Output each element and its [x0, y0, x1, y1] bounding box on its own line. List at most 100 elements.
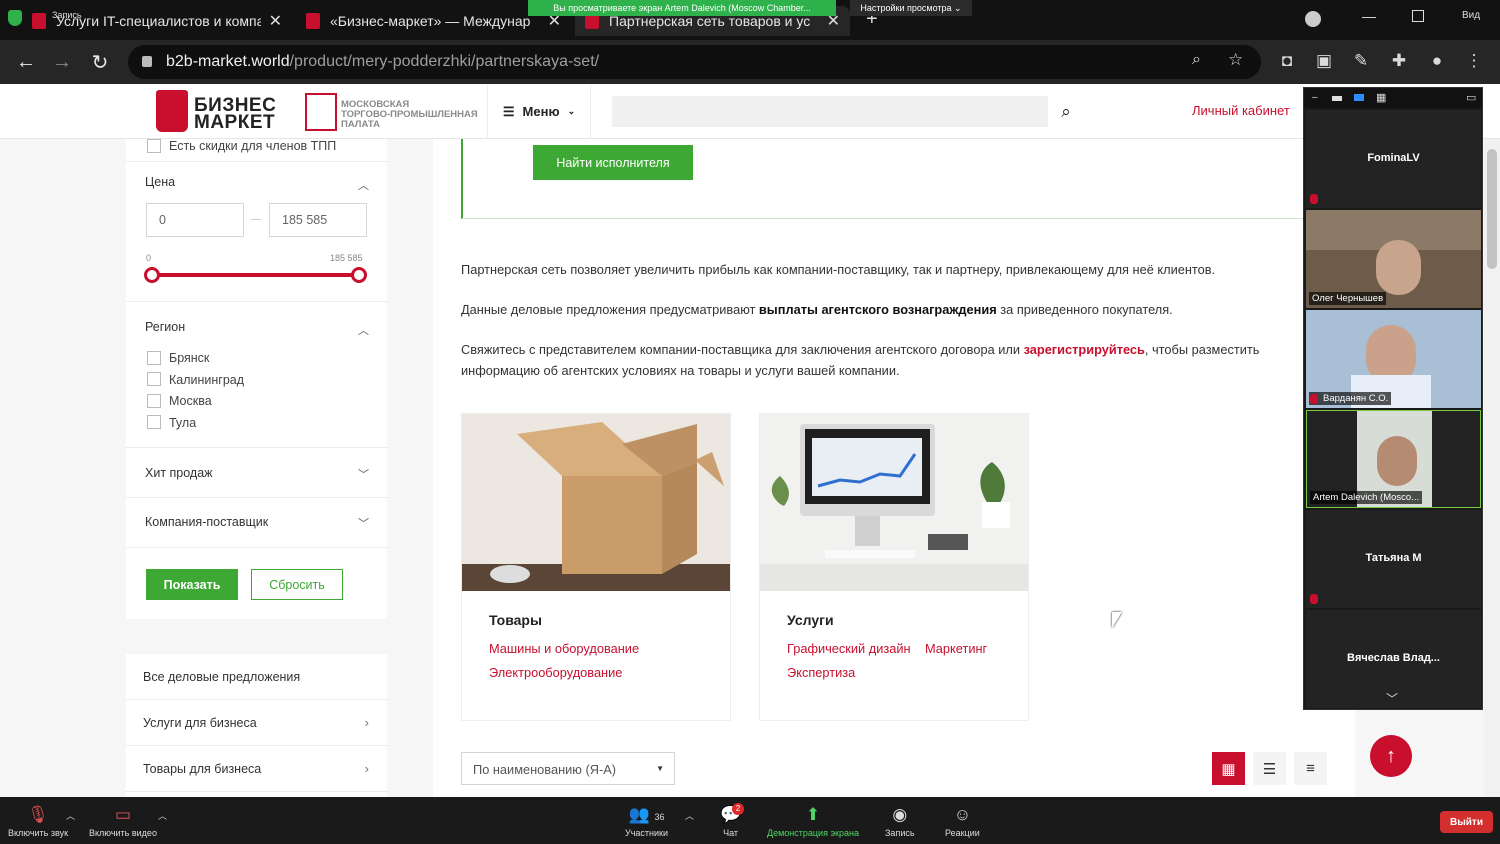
- participant-video: [1377, 436, 1417, 486]
- category-card-services[interactable]: Услуги Графический дизайн Маркетинг Эксп…: [759, 413, 1029, 721]
- chevron-up-icon[interactable]: ︿: [358, 322, 369, 338]
- camera-icon[interactable]: ▣: [1311, 48, 1337, 74]
- participant-tile[interactable]: Варданян С.О.: [1306, 310, 1481, 408]
- participants-button[interactable]: 👥 36 Участники: [625, 805, 668, 838]
- back-icon[interactable]: ←: [12, 48, 40, 76]
- price-slider-max-handle[interactable]: [351, 267, 367, 283]
- bookmark-star-icon[interactable]: ☆: [1228, 50, 1243, 70]
- region-option[interactable]: Брянск: [169, 351, 209, 365]
- chevron-up-icon[interactable]: ︿: [358, 177, 369, 193]
- tpp-emblem-icon[interactable]: [305, 93, 337, 131]
- card-link[interactable]: Графический дизайн: [787, 641, 911, 656]
- card-title[interactable]: Товары: [489, 612, 542, 628]
- search-icon[interactable]: ⌕: [1048, 96, 1084, 127]
- region-option[interactable]: Калининград: [169, 373, 244, 387]
- scrollbar-thumb[interactable]: [1487, 149, 1497, 269]
- card-title[interactable]: Услуги: [787, 612, 834, 628]
- participant-name: Татьяна М: [1365, 552, 1422, 564]
- register-link[interactable]: зарегистрируйтесь: [1024, 342, 1145, 357]
- price-min-input[interactable]: 0: [146, 203, 244, 237]
- more-icon[interactable]: ⋮: [1461, 48, 1487, 74]
- record-button[interactable]: ◉ Запись: [885, 805, 915, 838]
- menu-button[interactable]: ☰ Меню ⌄: [487, 84, 591, 139]
- bestseller-filter-title[interactable]: Хит продаж: [145, 466, 213, 480]
- list-view-button[interactable]: ☰: [1253, 752, 1286, 785]
- view-settings-button[interactable]: Настройки просмотра ⌄: [850, 0, 972, 16]
- reactions-button[interactable]: ☺ Реакции: [945, 805, 980, 838]
- card-link[interactable]: Машины и оборудование: [489, 641, 639, 656]
- restore-icon[interactable]: [1412, 10, 1424, 22]
- price-slider-min-handle[interactable]: [144, 267, 160, 283]
- close-icon[interactable]: ✕: [269, 11, 282, 31]
- card-link[interactable]: Экспертиза: [787, 665, 855, 680]
- gallery-view-icon[interactable]: ▦: [1376, 91, 1386, 104]
- speaker-view-icon[interactable]: [1354, 94, 1364, 101]
- profile-icon[interactable]: ●: [1424, 48, 1450, 74]
- minimize-icon[interactable]: —: [1362, 8, 1376, 24]
- chevron-down-icon[interactable]: ﹀: [358, 466, 369, 482]
- muted-mic-icon: 🎙: [27, 805, 49, 824]
- logo-bag-icon[interactable]: [156, 90, 188, 132]
- sort-select[interactable]: По наименованию (Я-А) ▼: [461, 752, 675, 785]
- view-label[interactable]: Вид: [1462, 10, 1480, 21]
- participant-tile-active-speaker[interactable]: Artem Dalevich (Mosco...: [1306, 410, 1481, 508]
- search-input[interactable]: [612, 96, 1048, 127]
- url-field[interactable]: b2b-market.world/product/mery-podderzhki…: [128, 45, 1261, 79]
- pen-icon[interactable]: ✎: [1348, 48, 1374, 74]
- region-filter-title[interactable]: Регион: [145, 320, 185, 334]
- card-link[interactable]: Маркетинг: [925, 641, 987, 656]
- show-button[interactable]: Показать: [146, 569, 238, 600]
- chevron-up-icon[interactable]: ︿: [685, 809, 694, 822]
- find-contractor-button[interactable]: Найти исполнителя: [533, 145, 693, 180]
- leave-button[interactable]: Выйти: [1440, 811, 1493, 833]
- card-link[interactable]: Электрооборудование: [489, 665, 622, 680]
- tab-it-services[interactable]: Услуги IT-специалистов и компа ✕: [22, 6, 292, 36]
- site-logo[interactable]: БИЗНЕС МАРКЕТ: [194, 96, 276, 132]
- fullscreen-icon[interactable]: ▭: [1466, 91, 1476, 104]
- thumbnail-view-icon[interactable]: [1332, 96, 1342, 101]
- participant-name: Олег Чернышев: [1309, 292, 1387, 305]
- site-header: БИЗНЕС МАРКЕТ МОСКОВСКАЯ ТОРГОВО-ПРОМЫШЛ…: [0, 84, 1500, 139]
- price-filter-title[interactable]: Цена: [145, 175, 175, 189]
- supplier-filter-title[interactable]: Компания-поставщик: [145, 515, 268, 529]
- participant-tile[interactable]: FominaLV: [1306, 110, 1481, 208]
- start-video-button[interactable]: ▭ Включить видео: [89, 805, 157, 838]
- unmute-button[interactable]: 🎙 Включить звук: [8, 805, 68, 838]
- chevron-up-icon[interactable]: ︿: [158, 809, 167, 822]
- region-checkbox[interactable]: [147, 351, 161, 365]
- participant-tile[interactable]: Олег Чернышев: [1306, 210, 1481, 308]
- pocket-icon[interactable]: ◘: [1274, 48, 1300, 74]
- discount-checkbox[interactable]: [147, 139, 161, 153]
- tab-search-icon[interactable]: [1305, 11, 1321, 27]
- zoom-magnifier-icon[interactable]: ⌕: [1192, 51, 1201, 69]
- region-checkbox[interactable]: [147, 394, 161, 408]
- personal-account-link[interactable]: Личный кабинет: [1192, 103, 1290, 118]
- reload-icon[interactable]: ↻: [86, 48, 114, 76]
- tpp-logo[interactable]: МОСКОВСКАЯ ТОРГОВО-ПРОМЫШЛЕННАЯ ПАЛАТА: [341, 100, 478, 130]
- chevron-up-icon[interactable]: ︿: [66, 809, 75, 822]
- share-screen-button[interactable]: ⬆ Демонстрация экрана: [767, 805, 859, 838]
- chevron-down-icon[interactable]: ﹀: [358, 515, 369, 531]
- muted-mic-icon: [1310, 594, 1318, 604]
- nav-all-offers[interactable]: Все деловые предложения: [126, 654, 387, 700]
- nav-business-goods[interactable]: Товары для бизнеса ›: [126, 746, 387, 792]
- grid-view-button[interactable]: ▦: [1212, 752, 1245, 785]
- reset-button[interactable]: Сбросить: [251, 569, 343, 600]
- minimize-icon[interactable]: –: [1312, 92, 1318, 103]
- web-page: БИЗНЕС МАРКЕТ МОСКОВСКАЯ ТОРГОВО-ПРОМЫШЛ…: [0, 84, 1500, 797]
- participant-tile[interactable]: Татьяна М: [1306, 510, 1481, 608]
- nav-business-services[interactable]: Услуги для бизнеса ›: [126, 700, 387, 746]
- price-max-input[interactable]: 185 585: [269, 203, 367, 237]
- region-option[interactable]: Москва: [169, 394, 212, 408]
- extensions-icon[interactable]: ✚: [1386, 48, 1412, 74]
- page-scrollbar[interactable]: [1484, 139, 1500, 797]
- forward-icon[interactable]: →: [48, 48, 76, 76]
- chevron-down-icon[interactable]: ﹀: [1386, 690, 1398, 707]
- region-option[interactable]: Тула: [169, 416, 196, 430]
- scroll-to-top-button[interactable]: ↑: [1370, 735, 1412, 777]
- region-checkbox[interactable]: [147, 372, 161, 386]
- price-slider-track[interactable]: [151, 273, 361, 277]
- region-checkbox[interactable]: [147, 415, 161, 429]
- category-card-goods[interactable]: Товары Машины и оборудование Электрообор…: [461, 413, 731, 721]
- compact-view-button[interactable]: ≡: [1294, 752, 1327, 785]
